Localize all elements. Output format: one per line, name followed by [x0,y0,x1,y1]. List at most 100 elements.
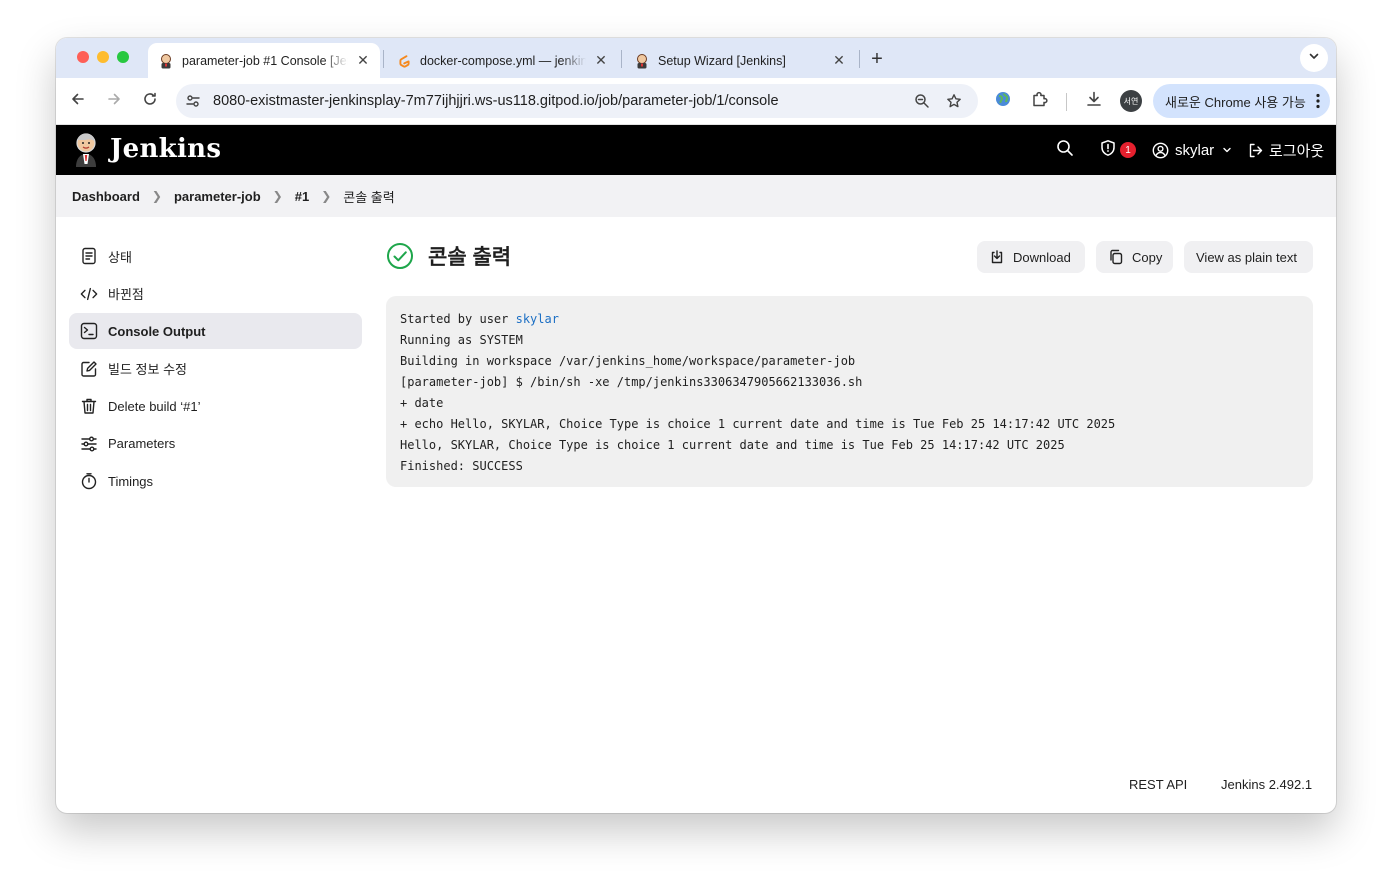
success-check-icon [386,242,414,270]
tab-search-button[interactable] [1300,44,1328,72]
breadcrumb-current[interactable]: 콘솔 출력 [343,187,394,206]
close-tab-icon[interactable]: ✕ [592,52,610,70]
console-output: Started by user skylar Running as SYSTEM… [386,296,1313,487]
console-line: Started by user skylar [400,309,1299,330]
tab-console[interactable]: parameter-job #1 Console [Jenkins] ✕ [148,43,380,78]
tab-title: parameter-job #1 Console [Jenkins] [182,53,348,68]
sidebar-item-console-output[interactable]: Console Output [69,313,362,349]
sidebar: 상태 바뀐점 Console Output 빌드 정보 수정 Delete bu… [69,238,362,501]
toolbar-divider [1066,93,1067,111]
trash-icon [80,397,98,415]
site-settings-icon[interactable] [184,92,202,110]
sidebar-item-edit-build-info[interactable]: 빌드 정보 수정 [69,351,362,387]
browser-window: parameter-job #1 Console [Jenkins] ✕ doc… [56,38,1336,813]
browser-toolbar: 8080-existmaster-jenkinsplay-7m77ijhjjri… [56,78,1336,125]
sidebar-item-label: Timings [108,473,154,489]
tab-docker-compose[interactable]: docker-compose.yml — jenkins ✕ [386,43,618,78]
close-window-button[interactable] [77,51,89,63]
jenkins-butler-icon [634,53,650,69]
chevron-down-icon [1222,145,1232,155]
download-icon [989,249,1005,265]
rest-api-link[interactable]: REST API [1129,777,1187,792]
jenkins-version-link[interactable]: Jenkins 2.492.1 [1221,777,1312,792]
user-icon [1152,142,1169,159]
shield-icon [1099,139,1117,161]
gitpod-icon [396,53,412,69]
jenkins-brand[interactable]: Jenkins [110,134,221,164]
new-tab-button[interactable]: + [865,47,889,71]
tab-title: Setup Wizard [Jenkins] [658,53,786,68]
reload-button[interactable] [137,88,163,114]
maximize-window-button[interactable] [117,51,129,63]
sidebar-item-changes[interactable]: 바뀐점 [69,276,362,312]
downloads-button[interactable] [1081,88,1107,114]
sidebar-item-label: Delete build ‘#1’ [108,398,201,414]
zoom-icon[interactable] [911,90,933,112]
chevron-down-icon [1308,49,1320,67]
sliders-icon [80,435,98,453]
chevron-right-icon: ❯ [272,189,283,203]
sidebar-item-status[interactable]: 상태 [69,238,362,274]
jenkins-header: Jenkins 1 skylar 로그아웃 [56,125,1336,175]
close-tab-icon[interactable]: ✕ [830,52,848,70]
console-line: [parameter-job] $ /bin/sh -xe /tmp/jenki… [400,375,863,389]
forward-button[interactable] [101,88,127,114]
extension-globe-button[interactable] [990,88,1016,114]
tab-setup-wizard[interactable]: Setup Wizard [Jenkins] ✕ [624,43,856,78]
user-name: skylar [1175,141,1215,159]
breadcrumb-job[interactable]: parameter-job [174,189,261,204]
sidebar-item-parameters[interactable]: Parameters [69,426,362,462]
search-button[interactable] [1056,139,1074,161]
extensions-button[interactable] [1027,88,1053,114]
console-line: Building in workspace /var/jenkins_home/… [400,354,856,368]
page-title-text: 콘솔 출력 [428,246,512,269]
address-bar[interactable]: 8080-existmaster-jenkinsplay-7m77ijhjjri… [176,84,978,118]
jenkins-logo-icon[interactable] [72,132,100,168]
close-tab-icon[interactable]: ✕ [354,52,372,70]
chevron-right-icon: ❯ [151,189,162,203]
sidebar-item-label: Console Output [108,323,206,339]
view-plain-text-label: View as plain text [1196,249,1297,265]
back-button[interactable] [65,88,91,114]
download-icon [1085,90,1103,113]
download-button[interactable]: Download [977,241,1085,273]
puzzle-icon [1031,90,1049,113]
console-user-link[interactable]: skylar [516,312,559,326]
profile-avatar[interactable]: 서연 [1120,90,1142,112]
chrome-update-button[interactable]: 새로운 Chrome 사용 가능 [1153,84,1330,118]
edit-icon [80,360,98,378]
view-plain-text-button[interactable]: View as plain text [1184,241,1313,273]
security-badge: 1 [1120,142,1136,158]
copy-label: Copy [1132,249,1163,265]
logout-label: 로그아웃 [1269,142,1325,160]
tab-strip: parameter-job #1 Console [Jenkins] ✕ doc… [56,38,1336,78]
console-line: + echo Hello, SKYLAR, Choice Type is cho… [400,417,1116,431]
sidebar-item-delete-build[interactable]: Delete build ‘#1’ [69,388,362,424]
minimize-window-button[interactable] [97,51,109,63]
url-text: 8080-existmaster-jenkinsplay-7m77ijhjjri… [213,93,779,109]
copy-icon [1108,249,1124,265]
terminal-icon [80,322,98,340]
document-icon [80,247,98,265]
bookmark-star-icon[interactable] [943,90,965,112]
chevron-right-icon: ❯ [321,189,332,203]
code-icon [80,285,98,303]
console-line: Running as SYSTEM [400,333,523,347]
breadcrumb: Dashboard ❯ parameter-job ❯ #1 ❯ 콘솔 출력 [56,175,1336,217]
logout-link[interactable]: 로그아웃 [1247,139,1324,161]
sidebar-item-timings[interactable]: Timings [69,463,362,499]
breadcrumb-dashboard[interactable]: Dashboard [72,189,140,204]
search-icon [1056,139,1074,161]
reload-icon [142,91,158,112]
console-line: Hello, SKYLAR, Choice Type is choice 1 c… [400,438,1065,452]
sidebar-item-label: 빌드 정보 수정 [108,362,187,377]
arrow-right-icon [106,91,122,112]
sidebar-item-label: 상태 [108,249,132,265]
stopwatch-icon [80,472,98,490]
breadcrumb-build[interactable]: #1 [295,189,309,204]
user-menu[interactable]: skylar [1152,139,1232,161]
security-button[interactable] [1099,139,1117,161]
tab-title: docker-compose.yml — jenkins [420,53,586,68]
sidebar-item-label: Parameters [108,436,176,451]
copy-button[interactable]: Copy [1096,241,1173,273]
